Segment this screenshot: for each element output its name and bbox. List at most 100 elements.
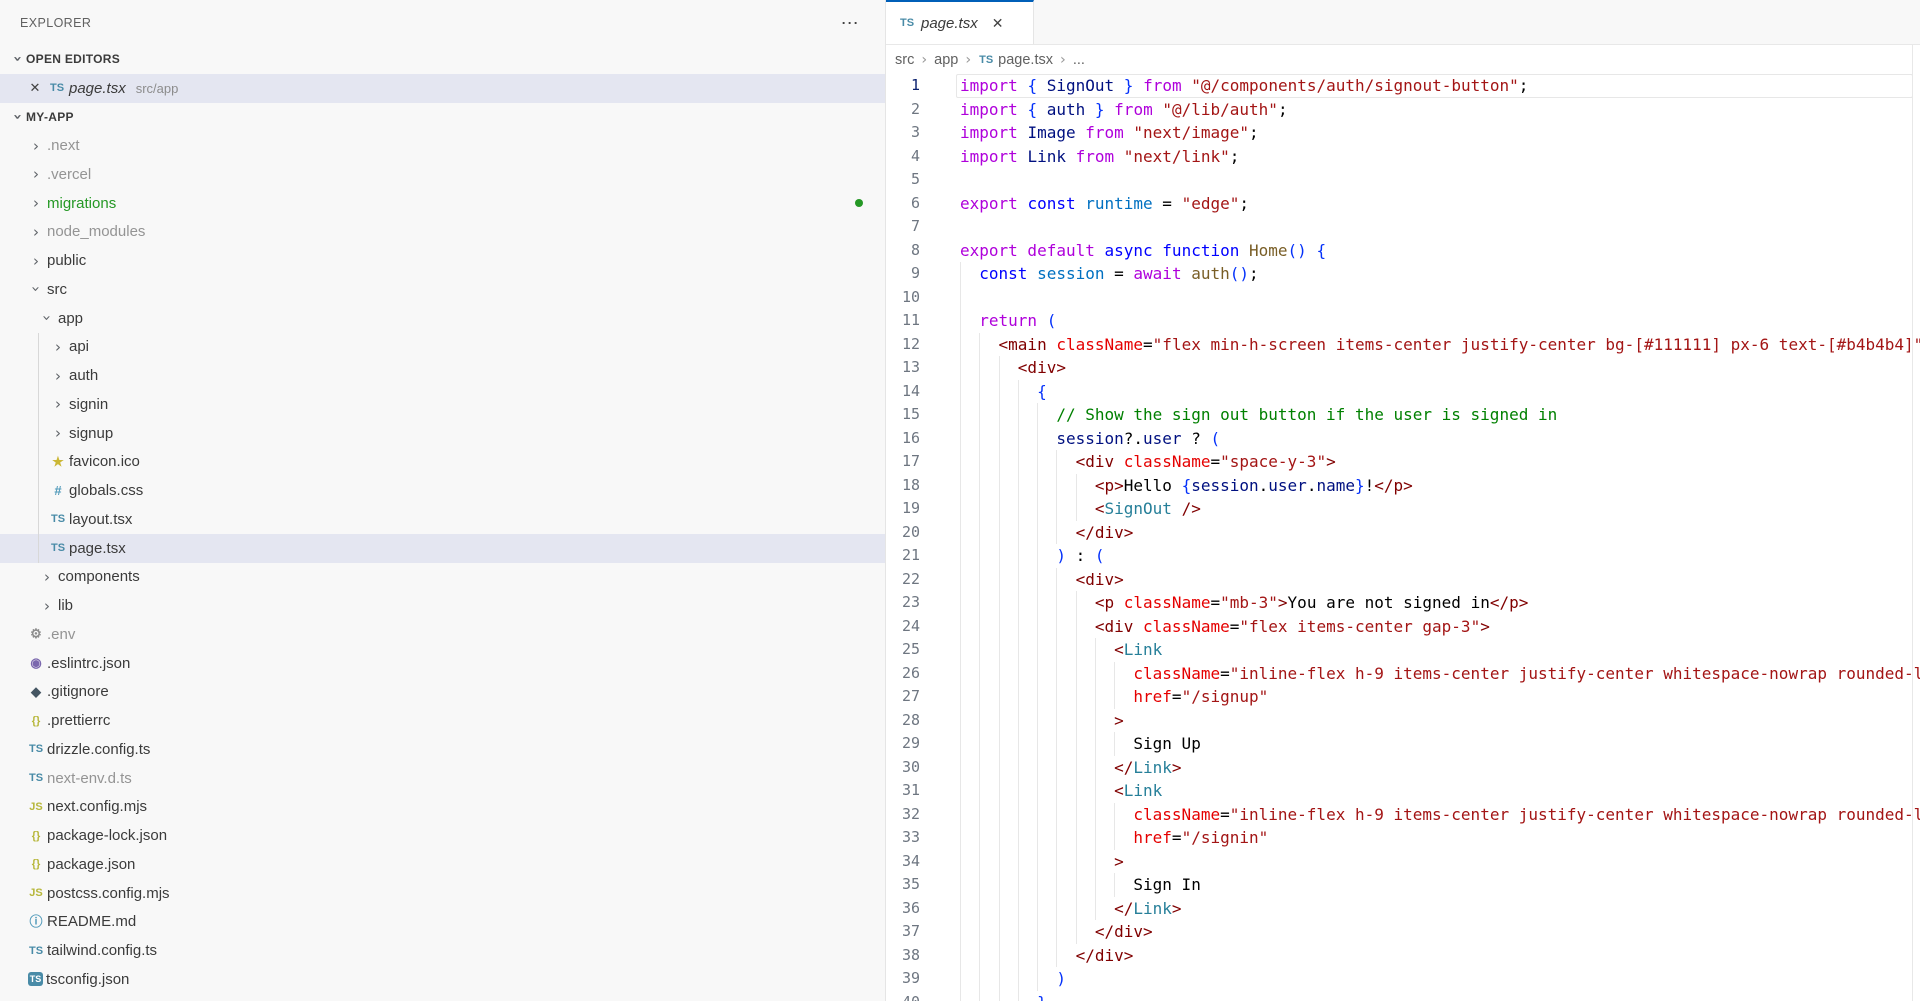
tree-folder-node_modules[interactable]: ›node_modules — [0, 218, 885, 247]
line-number[interactable]: 20 — [886, 521, 960, 545]
line-number[interactable]: 1 — [886, 74, 960, 98]
line-number[interactable]: 3 — [886, 121, 960, 145]
tree-folder-lib[interactable]: ›lib — [0, 591, 885, 620]
code-line-8[interactable]: 8export default async function Home() { — [886, 239, 1920, 263]
code-line-28[interactable]: 28 > — [886, 709, 1920, 733]
line-number[interactable]: 38 — [886, 944, 960, 968]
line-number[interactable]: 40 — [886, 991, 960, 1001]
project-root-header[interactable]: › MY-APP — [0, 103, 885, 132]
code-line-25[interactable]: 25 <Link — [886, 638, 1920, 662]
tree-file-favicon.ico[interactable]: ★favicon.ico — [0, 448, 885, 477]
line-number[interactable]: 23 — [886, 591, 960, 615]
tree-file-tailwind.config.ts[interactable]: TStailwind.config.ts — [0, 936, 885, 965]
tree-folder-signin[interactable]: ›signin — [0, 390, 885, 419]
line-number[interactable]: 17 — [886, 450, 960, 474]
line-number[interactable]: 36 — [886, 897, 960, 921]
line-number[interactable]: 15 — [886, 403, 960, 427]
open-editor-item-page-tsx[interactable]: ✕ TS page.tsx src/app — [0, 74, 885, 103]
code-line-7[interactable]: 7 — [886, 215, 1920, 239]
open-editors-header[interactable]: › OPEN EDITORS — [0, 45, 885, 74]
line-number[interactable]: 14 — [886, 380, 960, 404]
tree-file-.prettierrc[interactable]: {}.prettierrc — [0, 706, 885, 735]
code-line-37[interactable]: 37 </div> — [886, 920, 1920, 944]
close-icon[interactable]: ✕ — [992, 15, 1004, 32]
tree-folder-auth[interactable]: ›auth — [0, 361, 885, 390]
code-line-18[interactable]: 18 <p>Hello {session.user.name}!</p> — [886, 474, 1920, 498]
tree-file-.gitignore[interactable]: ◆.gitignore — [0, 678, 885, 707]
tree-file-package-lock.json[interactable]: {}package-lock.json — [0, 821, 885, 850]
code-line-5[interactable]: 5 — [886, 168, 1920, 192]
line-number[interactable]: 12 — [886, 333, 960, 357]
tree-folder-.vercel[interactable]: ›.vercel — [0, 160, 885, 189]
line-number[interactable]: 16 — [886, 427, 960, 451]
code-line-14[interactable]: 14 { — [886, 380, 1920, 404]
tree-folder-api[interactable]: ›api — [0, 333, 885, 362]
code-line-33[interactable]: 33 href="/signin" — [886, 826, 1920, 850]
line-number[interactable]: 27 — [886, 685, 960, 709]
code-line-22[interactable]: 22 <div> — [886, 568, 1920, 592]
code-line-24[interactable]: 24 <div className="flex items-center gap… — [886, 615, 1920, 639]
tree-file-README.md[interactable]: ⓘREADME.md — [0, 908, 885, 937]
line-number[interactable]: 24 — [886, 615, 960, 639]
tree-folder-migrations[interactable]: ›migrations — [0, 189, 885, 218]
code-line-20[interactable]: 20 </div> — [886, 521, 1920, 545]
code-line-15[interactable]: 15 // Show the sign out button if the us… — [886, 403, 1920, 427]
code-line-21[interactable]: 21 ) : ( — [886, 544, 1920, 568]
tree-file-next.config.mjs[interactable]: JSnext.config.mjs — [0, 793, 885, 822]
line-number[interactable]: 30 — [886, 756, 960, 780]
scrollbar[interactable] — [1912, 45, 1913, 1001]
code-line-35[interactable]: 35 Sign In — [886, 873, 1920, 897]
tree-file-globals.css[interactable]: #globals.css — [0, 476, 885, 505]
line-number[interactable]: 32 — [886, 803, 960, 827]
tab-page-tsx[interactable]: TS page.tsx ✕ — [886, 0, 1034, 44]
line-number[interactable]: 7 — [886, 215, 960, 239]
code-line-39[interactable]: 39 ) — [886, 967, 1920, 991]
code-area[interactable]: 1import { SignOut } from "@/components/a… — [886, 74, 1920, 1001]
tree-folder-src[interactable]: ›src — [0, 275, 885, 304]
code-line-17[interactable]: 17 <div className="space-y-3"> — [886, 450, 1920, 474]
code-line-6[interactable]: 6export const runtime = "edge"; — [886, 192, 1920, 216]
line-number[interactable]: 35 — [886, 873, 960, 897]
code-line-32[interactable]: 32 className="inline-flex h-9 items-cent… — [886, 803, 1920, 827]
more-actions-icon[interactable]: ⋯ — [841, 14, 859, 32]
tree-file-.eslintrc.json[interactable]: ◉.eslintrc.json — [0, 649, 885, 678]
line-number[interactable]: 5 — [886, 168, 960, 192]
line-number[interactable]: 4 — [886, 145, 960, 169]
line-number[interactable]: 8 — [886, 239, 960, 263]
breadcrumb-item-src[interactable]: src — [895, 52, 914, 68]
tree-file-package.json[interactable]: {}package.json — [0, 850, 885, 879]
code-line-2[interactable]: 2import { auth } from "@/lib/auth"; — [886, 98, 1920, 122]
line-number[interactable]: 37 — [886, 920, 960, 944]
code-line-31[interactable]: 31 <Link — [886, 779, 1920, 803]
line-number[interactable]: 39 — [886, 967, 960, 991]
line-number[interactable]: 26 — [886, 662, 960, 686]
tree-file-next-env.d.ts[interactable]: TSnext-env.d.ts — [0, 764, 885, 793]
code-line-34[interactable]: 34 > — [886, 850, 1920, 874]
tree-file-page.tsx[interactable]: TSpage.tsx — [0, 534, 885, 563]
tree-folder-app[interactable]: ›app — [0, 304, 885, 333]
code-line-19[interactable]: 19 <SignOut /> — [886, 497, 1920, 521]
line-number[interactable]: 22 — [886, 568, 960, 592]
code-line-40[interactable]: 40 } — [886, 991, 1920, 1001]
line-number[interactable]: 10 — [886, 286, 960, 310]
line-number[interactable]: 11 — [886, 309, 960, 333]
code-line-36[interactable]: 36 </Link> — [886, 897, 1920, 921]
code-line-16[interactable]: 16 session?.user ? ( — [886, 427, 1920, 451]
code-line-30[interactable]: 30 </Link> — [886, 756, 1920, 780]
tree-folder-signup[interactable]: ›signup — [0, 419, 885, 448]
line-number[interactable]: 29 — [886, 732, 960, 756]
code-line-3[interactable]: 3import Image from "next/image"; — [886, 121, 1920, 145]
line-number[interactable]: 34 — [886, 850, 960, 874]
code-line-10[interactable]: 10 — [886, 286, 1920, 310]
line-number[interactable]: 28 — [886, 709, 960, 733]
line-number[interactable]: 9 — [886, 262, 960, 286]
breadcrumb-item-app[interactable]: app — [934, 52, 958, 68]
breadcrumb-item-page-tsx[interactable]: TSpage.tsx — [978, 52, 1053, 68]
line-number[interactable]: 31 — [886, 779, 960, 803]
close-icon[interactable]: ✕ — [27, 80, 43, 96]
line-number[interactable]: 33 — [886, 826, 960, 850]
tree-file-tsconfig.json[interactable]: TStsconfig.json — [0, 965, 885, 994]
code-line-1[interactable]: 1import { SignOut } from "@/components/a… — [886, 74, 1920, 98]
code-line-26[interactable]: 26 className="inline-flex h-9 items-cent… — [886, 662, 1920, 686]
code-line-29[interactable]: 29 Sign Up — [886, 732, 1920, 756]
